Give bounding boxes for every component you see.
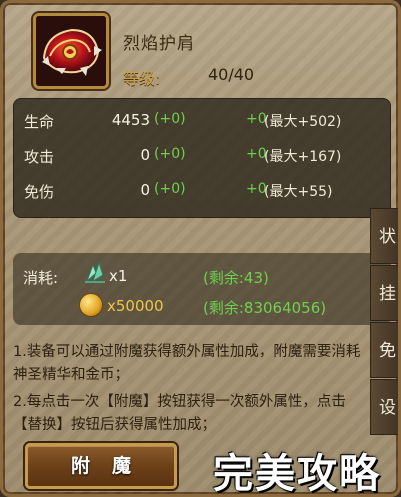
description: 1.装备可以通过附魔获得额外属性加成，附魔需要消耗神圣精华和金币； 2.每点击一…: [13, 341, 373, 437]
description-line-1: 1.装备可以通过附魔获得额外属性加成，附魔需要消耗神圣精华和金币；: [13, 344, 361, 383]
level-value: 40/40: [208, 65, 255, 84]
stat-bonus: (+0): [154, 111, 186, 127]
stat-value: 4453: [111, 111, 150, 129]
stat-name: 免伤: [24, 183, 55, 201]
cost-label: 消耗:: [23, 269, 59, 287]
stat-value: 0: [140, 146, 150, 164]
essence-remaining: (剩余:43): [203, 269, 269, 287]
item-icon: [33, 13, 109, 89]
stat-row-damage-reduction: 免伤 0 (+0) +0 (最大+55): [14, 181, 390, 209]
essence-quantity: x1: [109, 267, 128, 285]
stats-panel: 生命 4453 (+0) +0 (最大+502) 攻击 0 (+0) +0 (最…: [13, 98, 391, 218]
watermark-text: 完美攻略: [213, 451, 381, 497]
stat-value: 0: [140, 181, 150, 199]
holy-essence-icon: [85, 261, 105, 283]
item-name: 烈焰护肩: [123, 34, 195, 54]
stat-name: 生命: [24, 113, 55, 131]
level-label: 等级:: [123, 69, 161, 88]
cost-panel: 消耗: x1 (剩余:43) x50000 (剩余:83064056): [13, 253, 391, 325]
gold-quantity: x50000: [107, 297, 164, 315]
gold-remaining: (剩余:83064056): [203, 299, 327, 317]
gold-coin-icon: [79, 293, 103, 317]
stat-bonus: (+0): [154, 146, 186, 162]
side-tab-hang[interactable]: 挂: [370, 265, 398, 321]
stat-max: (最大+502): [264, 114, 342, 130]
stat-row-hp: 生命 4453 (+0) +0 (最大+502): [14, 111, 390, 139]
stat-name: 攻击: [24, 148, 55, 166]
stat-max: (最大+167): [264, 149, 342, 165]
enchant-button[interactable]: 附魔: [25, 443, 177, 489]
stat-max: (最大+55): [264, 184, 333, 200]
enchant-panel: 烈焰护肩 等级: 40/40 生命 4453 (+0) +0 (最大+502) …: [0, 0, 401, 497]
stat-bonus: (+0): [154, 181, 186, 197]
side-tab-settings[interactable]: 设: [370, 379, 398, 435]
side-tab-exempt[interactable]: 免: [370, 322, 398, 378]
description-line-2: 2.每点击一次【附魔】按钮获得一次额外属性，点击【替换】按钮后获得属性加成；: [13, 394, 346, 433]
stat-row-attack: 攻击 0 (+0) +0 (最大+167): [14, 146, 390, 174]
side-tab-status[interactable]: 状: [370, 208, 398, 264]
